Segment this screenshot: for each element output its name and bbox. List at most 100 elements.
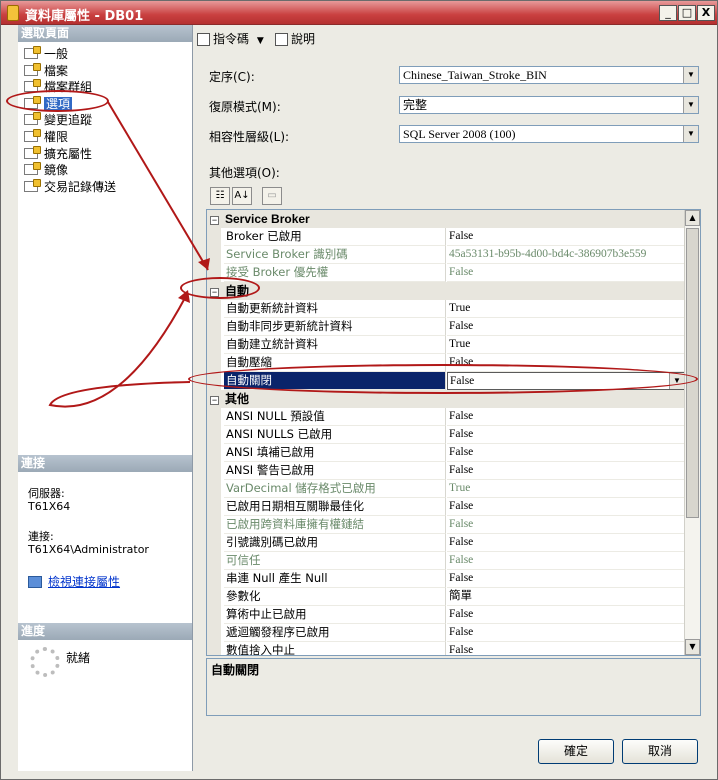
property-value[interactable]: 45a53131-b95b-4d00-bd4c-386907b3e559: [447, 246, 685, 264]
help-icon: [275, 33, 288, 46]
collation-select[interactable]: Chinese_Taiwan_Stroke_BIN ▼: [399, 66, 699, 84]
property-value[interactable]: 簡單: [447, 588, 685, 606]
categorized-icon[interactable]: ☷: [210, 187, 230, 205]
property-row[interactable]: 算術中止已啟用 False: [207, 606, 700, 624]
row-gutter: [207, 318, 221, 336]
page-icon: [24, 178, 41, 192]
property-value[interactable]: False: [447, 606, 685, 624]
property-value[interactable]: False: [447, 552, 685, 570]
property-row[interactable]: 自動建立統計資料 True: [207, 336, 700, 354]
category-row[interactable]: − 自動: [207, 282, 700, 300]
property-value[interactable]: False: [447, 516, 685, 534]
property-value[interactable]: False: [447, 624, 685, 642]
progress-status: 就緒: [66, 651, 91, 665]
property-row[interactable]: ANSI 填補已啟用 False: [207, 444, 700, 462]
row-gutter: [207, 300, 221, 318]
page-item[interactable]: 擴充屬性: [22, 145, 192, 163]
left-pane: 選取頁面 一般 檔案 檔案群組 選項 變更追蹤 權限 擴充屬性 鏡像 交易記錄傳送 連接 伺服器…: [18, 25, 193, 771]
property-value-text: False: [449, 536, 474, 548]
category-label: 其他: [225, 392, 250, 406]
property-value[interactable]: False: [447, 228, 685, 246]
vertical-scrollbar[interactable]: ▲ ▼: [684, 210, 700, 655]
chevron-down-icon[interactable]: ▼: [683, 97, 698, 113]
page-item[interactable]: 檔案: [22, 62, 192, 80]
close-button[interactable]: X: [697, 5, 715, 21]
property-row[interactable]: 引號識別碼已啟用 False: [207, 534, 700, 552]
cancel-button[interactable]: 取消: [622, 739, 698, 764]
property-value-text: False: [449, 644, 474, 656]
page-item[interactable]: 權限: [22, 128, 192, 146]
property-row[interactable]: 串連 Null 產生 Null False: [207, 570, 700, 588]
page-item[interactable]: 一般: [22, 46, 192, 63]
row-gutter: [207, 516, 221, 534]
collapse-icon[interactable]: −: [210, 216, 219, 225]
annotation-circle-options: [6, 90, 109, 112]
property-value[interactable]: True: [447, 480, 685, 498]
category-row[interactable]: − Service Broker: [207, 210, 700, 228]
property-value[interactable]: False: [447, 534, 685, 552]
minimize-button[interactable]: _: [659, 5, 677, 21]
view-connection-properties-link[interactable]: 檢視連接屬性: [28, 573, 120, 590]
title-bar[interactable]: 資料庫屬性 - DB01 _ □ X: [1, 1, 717, 25]
scroll-thumb[interactable]: [686, 228, 699, 518]
property-pages-icon[interactable]: ▭: [262, 187, 282, 205]
property-value-text: True: [449, 482, 471, 494]
property-value[interactable]: True: [447, 300, 685, 318]
property-row[interactable]: VarDecimal 儲存格式已啟用 True: [207, 480, 700, 498]
property-row[interactable]: ANSI NULLS 已啟用 False: [207, 426, 700, 444]
property-name: ANSI 警告已啟用: [224, 462, 446, 480]
property-row[interactable]: ANSI 警告已啟用 False: [207, 462, 700, 480]
progress-header: 進度: [18, 623, 192, 640]
collapse-icon[interactable]: −: [210, 396, 219, 405]
chevron-down-icon[interactable]: ▼: [257, 36, 264, 46]
chevron-down-icon[interactable]: ▼: [683, 67, 698, 83]
property-row[interactable]: 已啟用跨資料庫擁有權鏈結 False: [207, 516, 700, 534]
property-row[interactable]: 接受 Broker 優先權 False: [207, 264, 700, 282]
scroll-up-icon[interactable]: ▲: [685, 210, 700, 226]
page-item[interactable]: 變更追蹤: [22, 112, 192, 129]
property-value[interactable]: False: [447, 570, 685, 588]
property-value-text: False: [449, 428, 474, 440]
property-value-text: 簡單: [449, 590, 472, 602]
property-value[interactable]: False: [447, 642, 685, 656]
property-row[interactable]: Service Broker 識別碼 45a53131-b95b-4d00-bd4…: [207, 246, 700, 264]
server-label: 伺服器:: [28, 487, 65, 500]
page-list: 一般 檔案 檔案群組 選項 變更追蹤 權限 擴充屬性 鏡像 交易記錄傳送: [18, 42, 192, 195]
help-button[interactable]: 說明: [275, 30, 315, 47]
collation-label: 定序(C):: [209, 70, 255, 84]
property-row[interactable]: ANSI NULL 預設值 False: [207, 408, 700, 426]
scroll-down-icon[interactable]: ▼: [685, 639, 700, 655]
row-gutter: [207, 462, 221, 480]
property-value[interactable]: True: [447, 336, 685, 354]
property-name: 數值捨入中止: [224, 642, 446, 655]
page-item[interactable]: 交易記錄傳送: [22, 178, 192, 196]
property-row[interactable]: Broker 已啟用 False: [207, 228, 700, 246]
property-value[interactable]: False: [447, 408, 685, 426]
property-row[interactable]: 自動非同步更新統計資料 False: [207, 318, 700, 336]
property-value[interactable]: False: [447, 264, 685, 282]
property-value[interactable]: False: [447, 462, 685, 480]
script-button[interactable]: 指令碼 ▼: [197, 30, 264, 47]
property-value[interactable]: False: [447, 426, 685, 444]
maximize-button[interactable]: □: [678, 5, 696, 21]
recovery-model-select[interactable]: 完整 ▼: [399, 96, 699, 114]
compatibility-level-select[interactable]: SQL Server 2008 (100) ▼: [399, 125, 699, 143]
property-value[interactable]: False: [447, 498, 685, 516]
property-value-text: False: [449, 608, 474, 620]
property-row[interactable]: 參數化 簡單: [207, 588, 700, 606]
ok-button[interactable]: 確定: [538, 739, 614, 764]
row-gutter: [207, 480, 221, 498]
property-row[interactable]: 遞迴觸發程序已啟用 False: [207, 624, 700, 642]
page-item[interactable]: 鏡像: [22, 162, 192, 179]
property-value[interactable]: False: [447, 318, 685, 336]
property-row[interactable]: 可信任 False: [207, 552, 700, 570]
row-gutter: [207, 408, 221, 426]
property-row[interactable]: 已啟用日期相互關聯最佳化 False: [207, 498, 700, 516]
property-row[interactable]: 數值捨入中止 False: [207, 642, 700, 656]
property-row[interactable]: 自動更新統計資料 True: [207, 300, 700, 318]
other-options-label: 其他選項(O):: [209, 166, 280, 180]
alphabetical-sort-icon[interactable]: A↓: [232, 187, 252, 205]
row-gutter: [207, 642, 221, 655]
chevron-down-icon[interactable]: ▼: [683, 126, 698, 142]
property-value[interactable]: False: [447, 444, 685, 462]
